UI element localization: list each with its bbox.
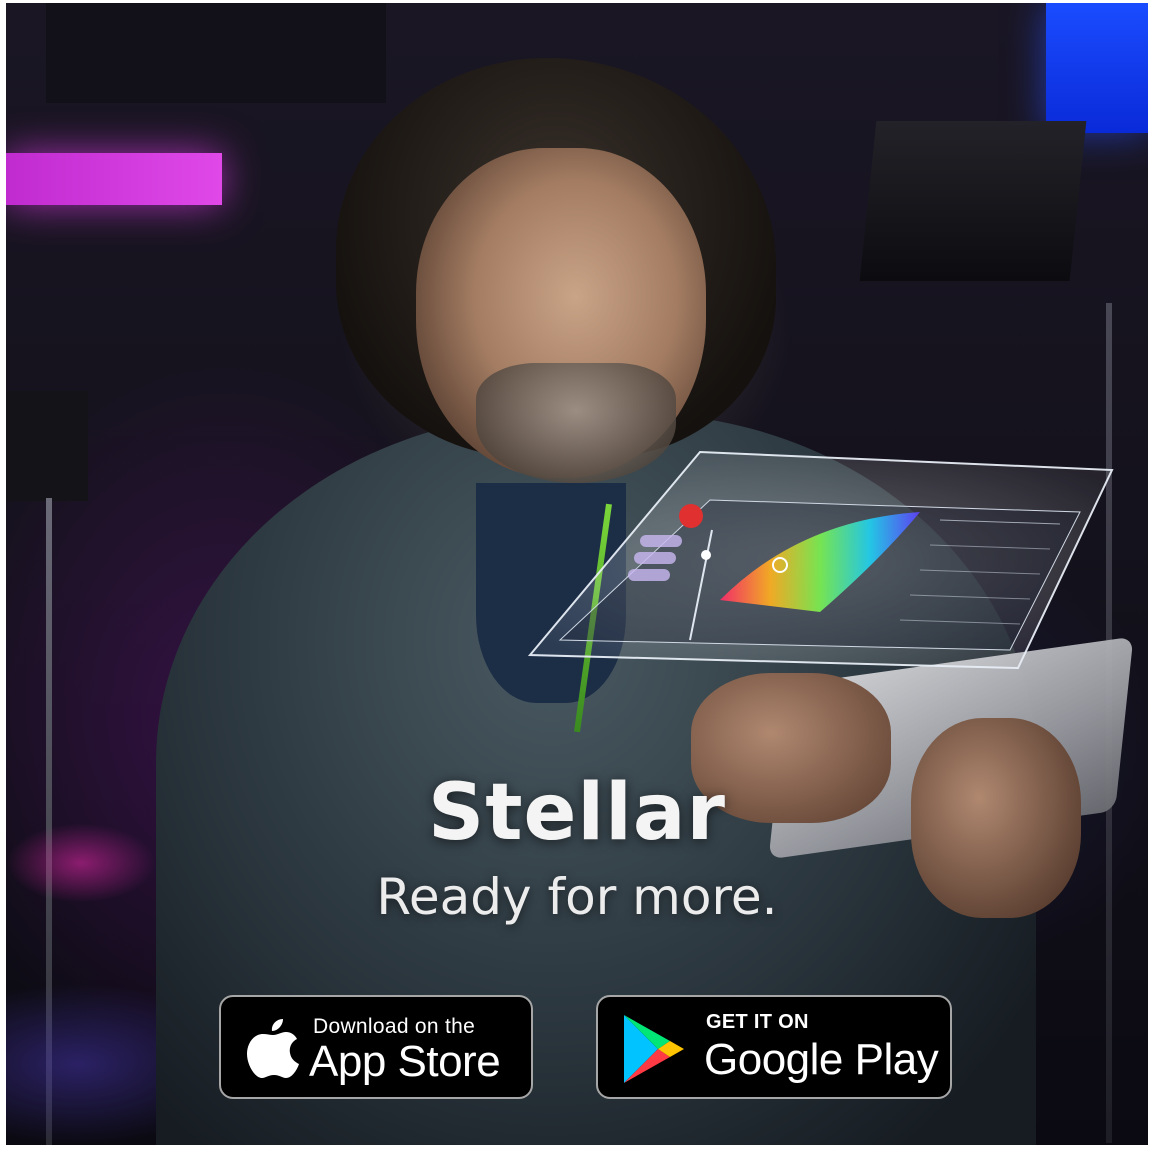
red-color-swatch [679, 504, 703, 528]
app-store-badge[interactable]: Download on the App Store [219, 995, 533, 1099]
google-play-logo-icon [624, 1015, 684, 1083]
holo-slider-knob [701, 550, 711, 560]
google-play-big-label: Google Play [704, 1035, 939, 1084]
app-store-big-label: App Store [309, 1037, 501, 1086]
tagline: Ready for more. [376, 868, 778, 926]
holographic-app-screen [527, 450, 1114, 670]
holo-button [640, 535, 682, 547]
holo-button [628, 569, 670, 581]
app-store-small-label: Download on the [313, 1015, 476, 1038]
headline-stellar: Stellar [428, 768, 726, 858]
google-play-small-label: GET IT ON [706, 1011, 809, 1033]
google-play-badge[interactable]: GET IT ON Google Play [596, 995, 952, 1099]
holo-button [634, 552, 676, 564]
apple-logo-icon [247, 1019, 299, 1078]
